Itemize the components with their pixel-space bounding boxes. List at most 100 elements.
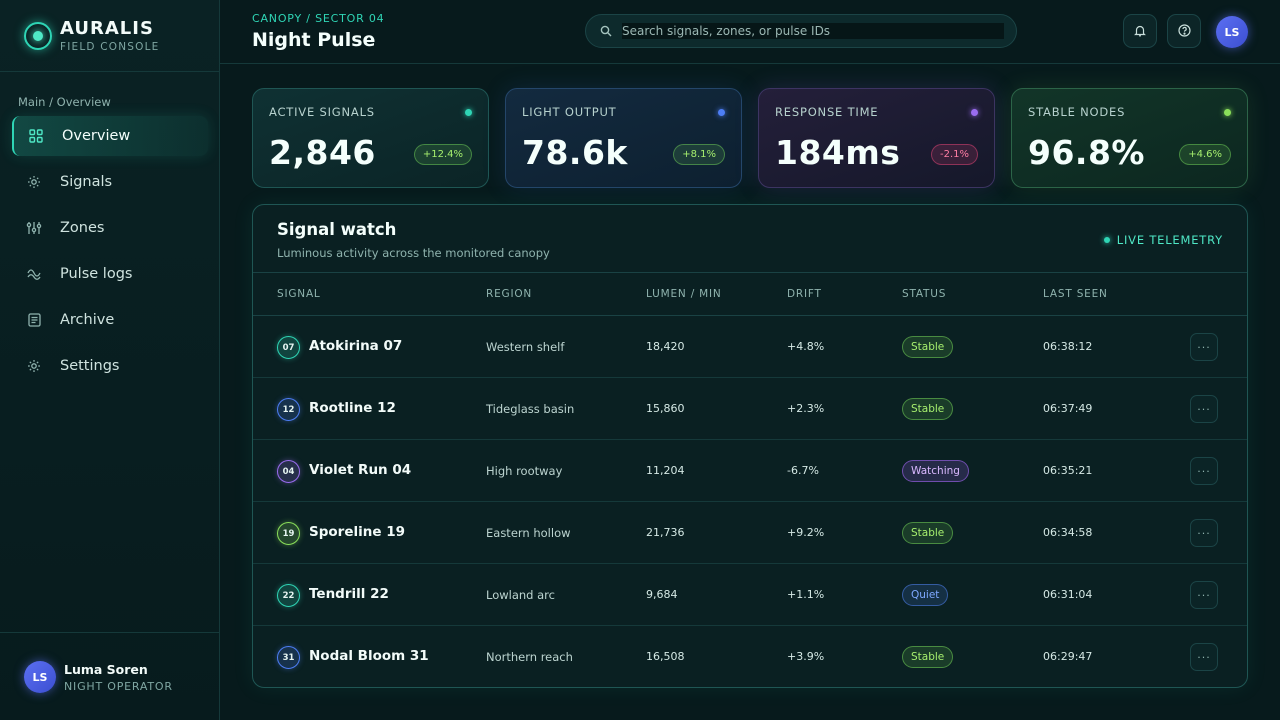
kpi-value: 78.6k [522,133,628,172]
kpi-value: 96.8% [1028,133,1145,172]
signal-name[interactable]: Nodal Bloom 31 [309,648,429,664]
more-dots-icon: ··· [1197,650,1211,664]
signal-watch-panel: Signal watch Luminous activity across th… [252,204,1248,688]
help-button[interactable] [1167,14,1201,48]
panel-title: Signal watch [277,220,397,239]
signal-name[interactable]: Violet Run 04 [309,462,411,478]
search-icon [600,25,612,37]
notifications-button[interactable] [1123,14,1157,48]
gear-icon [26,358,42,374]
kpi-value: 2,846 [269,133,376,172]
signal-name[interactable]: Atokirina 07 [309,338,402,354]
live-label: LIVE TELEMETRY [1116,233,1223,247]
kpi-card-active-signals: ACTIVE SIGNALS 2,846 +12.4% [252,88,489,188]
archive-icon [26,312,42,328]
signal-name[interactable]: Sporeline 19 [309,524,405,540]
signal-icon [26,174,42,190]
kpi-delta-badge: +12.4% [413,144,472,165]
more-dots-icon: ··· [1197,526,1211,540]
row-actions-button[interactable]: ··· [1190,395,1218,423]
row-actions-button[interactable]: ··· [1190,333,1218,361]
table-row[interactable]: 04 Violet Run 04 High rootway 11,204 -6.7% Wa… [253,440,1247,502]
lumen-cell: 16,508 [646,650,685,663]
kpi-status-dot [971,109,978,116]
kpi-card-light-output: LIGHT OUTPUT 78.6k +8.1% [505,88,742,188]
row-actions-button[interactable]: ··· [1190,519,1218,547]
signal-id-icon: 07 [277,336,300,359]
pulse-icon [26,266,42,282]
table-row[interactable]: 22 Tendrill 22 Lowland arc 9,684 +1.1% Quiet 0… [253,564,1247,626]
sidebar-item-settings[interactable]: Settings [12,346,208,386]
status-badge: Stable [902,646,954,668]
row-actions-button[interactable]: ··· [1190,643,1218,671]
column-header-signal[interactable]: SIGNAL [277,288,321,300]
signal-id-icon: 22 [277,584,300,607]
top-header: CANOPY / SECTOR 04 Night Pulse LS [220,0,1280,64]
header-avatar[interactable]: LS [1216,16,1248,48]
drift-cell: -6.7% [787,464,819,477]
region-cell: Northern reach [486,650,573,664]
sidebar-item-label: Overview [62,128,131,144]
avatar[interactable]: LS [24,661,56,693]
table-row[interactable]: 07 Atokirina 07 Western shelf 18,420 +4.8% St… [253,316,1247,378]
breadcrumb[interactable]: CANOPY / SECTOR 04 [252,12,384,25]
kpi-label: RESPONSE TIME [775,105,879,119]
drift-cell: +2.3% [787,402,825,415]
live-dot-icon [1103,237,1110,243]
status-badge: Stable [902,336,954,358]
column-header-last-seen[interactable]: LAST SEEN [1043,288,1108,300]
last-seen-cell: 06:34:58 [1043,526,1093,539]
sidebar-item-label: Pulse logs [60,266,133,282]
kpi-delta-badge: +4.6% [1179,144,1231,165]
sliders-icon [26,220,42,236]
status-badge: Stable [902,398,954,420]
signal-name[interactable]: Tendrill 22 [309,586,389,602]
search-bar[interactable] [585,14,1017,48]
status-badge: Stable [902,522,954,544]
kpi-status-dot [465,109,472,116]
search-input[interactable] [622,23,1004,39]
column-header-region[interactable]: REGION [486,288,532,300]
kpi-label: LIGHT OUTPUT [522,105,617,119]
row-actions-button[interactable]: ··· [1190,581,1218,609]
page-title: Night Pulse [252,29,376,51]
brand-name: AURALIS [60,18,154,39]
panel-header: Signal watch Luminous activity across th… [253,205,1247,273]
signal-id-icon: 04 [277,460,300,483]
column-header-lumen[interactable]: LUMEN / MIN [646,288,722,300]
region-cell: Western shelf [486,340,565,354]
sidebar-item-label: Zones [60,220,105,236]
status-badge: Watching [902,460,969,482]
table-row[interactable]: 19 Sporeline 19 Eastern hollow 21,736 +9.2% S… [253,502,1247,564]
kpi-label: STABLE NODES [1028,105,1126,119]
column-header-status[interactable]: STATUS [902,288,946,300]
lumen-cell: 9,684 [646,588,678,601]
lumen-cell: 21,736 [646,526,685,539]
row-actions-button[interactable]: ··· [1190,457,1218,485]
sidebar-item-signals[interactable]: Signals [12,162,208,202]
region-cell: Tideglass basin [486,402,575,416]
sidebar-item-archive[interactable]: Archive [12,300,208,340]
drift-cell: +1.1% [787,588,825,601]
last-seen-cell: 06:35:21 [1043,464,1093,477]
table-row[interactable]: 12 Rootline 12 Tideglass basin 15,860 +2.3% S… [253,378,1247,440]
last-seen-cell: 06:29:47 [1043,650,1093,663]
last-seen-cell: 06:38:12 [1043,340,1093,353]
brand-logo-icon[interactable] [24,22,52,50]
live-telemetry-indicator: LIVE TELEMETRY [1103,233,1223,247]
sidebar-item-pulse-logs[interactable]: Pulse logs [12,254,208,294]
sidebar-item-zones[interactable]: Zones [12,208,208,248]
column-header-drift[interactable]: DRIFT [787,288,822,300]
kpi-delta-badge: +8.1% [673,144,725,165]
user-profile[interactable]: LS Luma Soren NIGHT OPERATOR [0,632,219,720]
table-row[interactable]: 31 Nodal Bloom 31 Northern reach 16,508 +3.9… [253,626,1247,687]
kpi-card-response-time: RESPONSE TIME 184ms -2.1% [758,88,995,188]
signal-name[interactable]: Rootline 12 [309,400,396,416]
nav-section-label: Main / Overview [18,95,111,109]
kpi-label: ACTIVE SIGNALS [269,105,375,119]
sidebar-nav: Overview Signals Zones Pulse logs Archiv… [12,116,208,392]
sidebar-item-overview[interactable]: Overview [12,116,208,156]
table-header: SIGNAL REGION LUMEN / MIN DRIFT STATUS L… [253,273,1247,316]
sidebar-item-label: Archive [60,312,115,328]
brand-subtitle: FIELD CONSOLE [60,41,160,53]
